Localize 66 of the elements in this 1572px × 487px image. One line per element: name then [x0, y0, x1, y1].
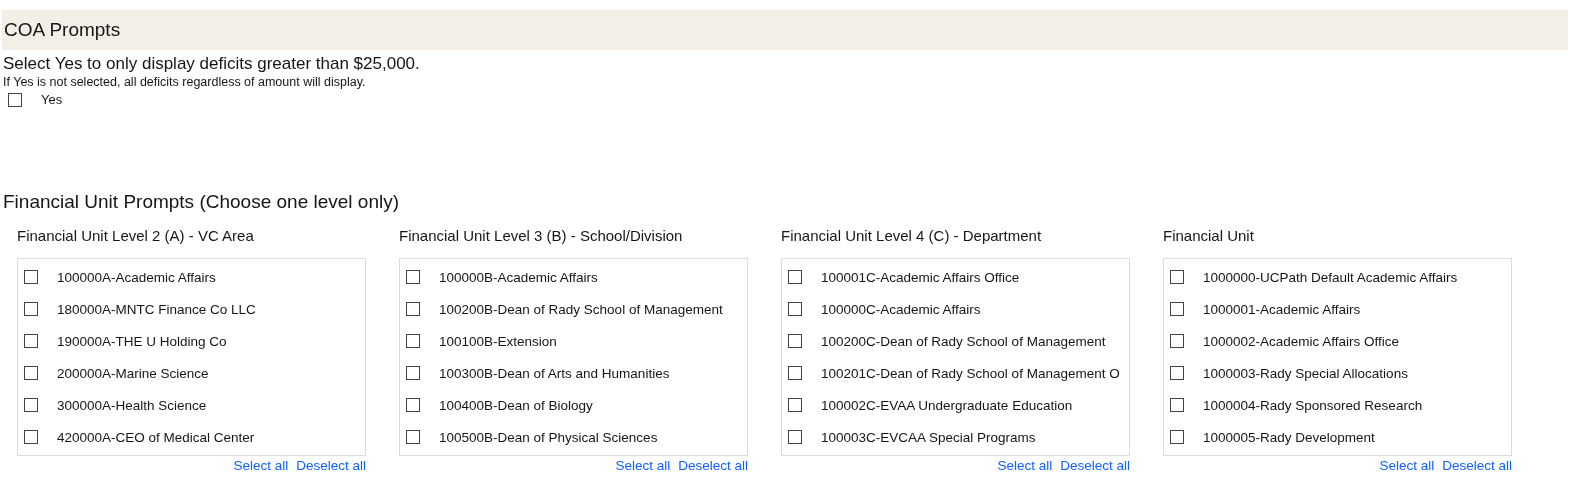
- deselect-all-link[interactable]: Deselect all: [678, 458, 748, 473]
- checkbox[interactable]: [24, 270, 38, 284]
- checkbox[interactable]: [24, 302, 38, 316]
- list-label: Financial Unit Level 3 (B) - School/Division: [399, 227, 684, 244]
- checkbox[interactable]: [1170, 398, 1184, 412]
- checkbox[interactable]: [406, 334, 420, 348]
- option-label: 100100B-Extension: [439, 333, 557, 349]
- option-label: 100002C-EVAA Undergraduate Education: [821, 397, 1073, 413]
- option-label: 100000C-Academic Affairs: [821, 301, 981, 317]
- deselect-all-link[interactable]: Deselect all: [1442, 458, 1512, 473]
- option-label: 1000003-Rady Special Allocations: [1203, 365, 1408, 381]
- option-label: 1000001-Academic Affairs: [1203, 301, 1361, 317]
- section-title: Financial Unit Prompts (Choose one level only): [2, 191, 400, 213]
- checkbox[interactable]: [1170, 302, 1184, 316]
- checkbox[interactable]: [406, 398, 420, 412]
- select-all-link[interactable]: Select all: [997, 458, 1053, 473]
- option-label: 200000A-Marine Science: [57, 365, 209, 381]
- list-label: Financial Unit Level 4 (C) - Department: [781, 227, 1043, 244]
- checkbox[interactable]: [788, 270, 802, 284]
- checkbox[interactable]: [788, 302, 802, 316]
- option-label: 100003C-EVCAA Special Programs: [821, 429, 1036, 445]
- checkbox[interactable]: [8, 92, 22, 107]
- checkbox[interactable]: [24, 398, 38, 412]
- checkbox[interactable]: [24, 334, 38, 348]
- checkbox[interactable]: [406, 270, 420, 284]
- option-label: 1000002-Academic Affairs Office: [1203, 333, 1400, 349]
- select-all-link[interactable]: Select all: [615, 458, 671, 473]
- checkbox[interactable]: [1170, 270, 1184, 284]
- option-label: 100500B-Dean of Physical Sciences: [439, 429, 658, 445]
- prompt-heading: Select Yes to only display deficits greater than $25,000.: [2, 54, 421, 74]
- option-label: 1000000-UCPath Default Academic Affairs: [1203, 269, 1458, 285]
- option-label: 1000004-Rady Sponsored Research: [1203, 397, 1423, 413]
- option-label: 100201C-Dean of Rady School of Management O: [821, 365, 1120, 381]
- option-label: 420000A-CEO of Medical Center: [57, 429, 255, 445]
- option-label: 100000A-Academic Affairs: [57, 269, 216, 285]
- checkbox[interactable]: [406, 302, 420, 316]
- checkbox[interactable]: [788, 334, 802, 348]
- option-label: 300000A-Health Science: [57, 397, 207, 413]
- checkbox[interactable]: [788, 366, 802, 380]
- checkbox-label: Yes: [41, 92, 63, 107]
- deselect-all-link[interactable]: Deselect all: [296, 458, 366, 473]
- checkbox[interactable]: [1170, 430, 1184, 444]
- checkbox[interactable]: [406, 366, 420, 380]
- option-label: 180000A-MNTC Finance Co LLC: [57, 301, 256, 317]
- list-label: Financial Unit Level 2 (A) - VC Area: [17, 227, 255, 244]
- option-label: 100001C-Academic Affairs Office: [821, 269, 1020, 285]
- option-label: 100300B-Dean of Arts and Humanities: [439, 365, 670, 381]
- select-all-link[interactable]: Select all: [233, 458, 289, 473]
- option-label: 100400B-Dean of Biology: [439, 397, 593, 413]
- checkbox[interactable]: [1170, 334, 1184, 348]
- checkbox[interactable]: [406, 430, 420, 444]
- checkbox[interactable]: [24, 430, 38, 444]
- checkbox[interactable]: [24, 366, 38, 380]
- option-label: 100200C-Dean of Rady School of Management: [821, 333, 1106, 349]
- option-label: 100200B-Dean of Rady School of Management: [439, 301, 723, 317]
- checkbox[interactable]: [788, 398, 802, 412]
- option-label: 190000A-THE U Holding Co: [57, 333, 227, 349]
- option-label: 100000B-Academic Affairs: [439, 269, 598, 285]
- section-title: COA Prompts: [3, 19, 121, 41]
- option-label: 1000005-Rady Development: [1203, 429, 1375, 445]
- checkbox[interactable]: [1170, 366, 1184, 380]
- prompt-note: If Yes is not selected, all deficits regardless of amount will display.: [2, 75, 367, 89]
- list-label: Financial Unit: [1163, 227, 1255, 244]
- checkbox[interactable]: [788, 430, 802, 444]
- deselect-all-link[interactable]: Deselect all: [1060, 458, 1130, 473]
- select-all-link[interactable]: Select all: [1379, 458, 1435, 473]
